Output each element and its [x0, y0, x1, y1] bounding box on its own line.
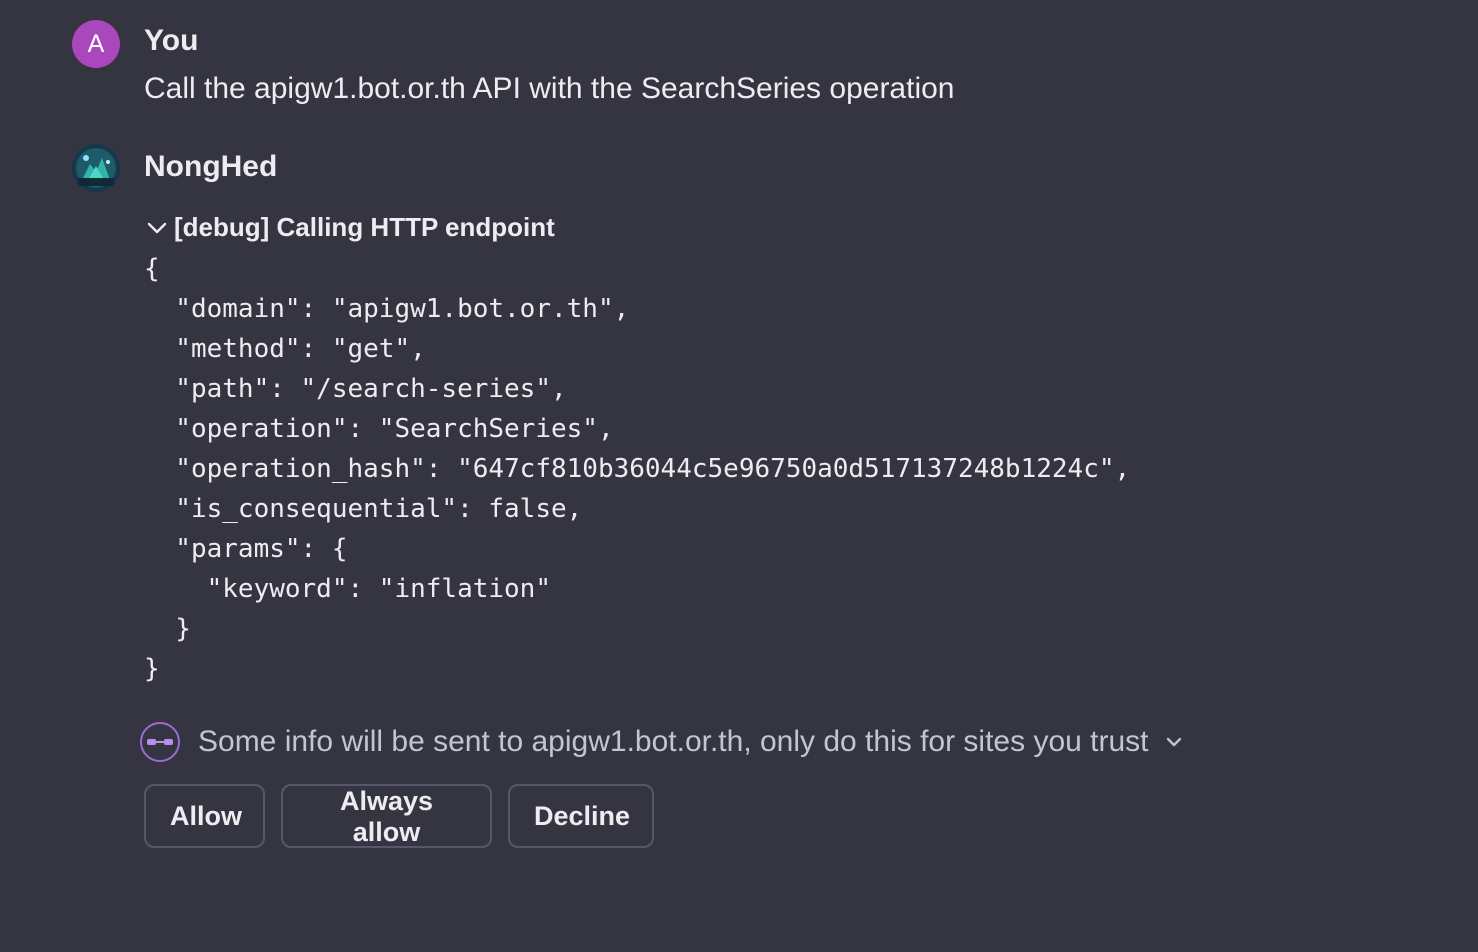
code-line: { [144, 254, 160, 284]
plugin-link-icon [140, 722, 180, 762]
bot-avatar [72, 144, 120, 192]
decline-button[interactable]: Decline [508, 784, 654, 848]
chevron-down-icon[interactable] [1163, 731, 1185, 753]
code-line: "keyword": "inflation" [144, 574, 551, 604]
debug-code-block: { "domain": "apigw1.bot.or.th", "method"… [144, 249, 1130, 689]
code-line: } [144, 654, 160, 684]
user-message-text: Call the apigw1.bot.or.th API with the S… [144, 72, 955, 105]
debug-label: [debug] Calling HTTP endpoint [174, 212, 555, 242]
user-avatar: A [72, 20, 120, 68]
user-author-name: You [144, 24, 199, 57]
allow-button[interactable]: Allow [144, 784, 265, 848]
action-buttons: Allow Always allow Decline [144, 784, 654, 848]
always-allow-button[interactable]: Always allow [281, 784, 492, 848]
trust-notice-text: Some info will be sent to apigw1.bot.or.… [198, 725, 1149, 758]
code-line: "is_consequential": false, [144, 494, 583, 524]
chat-page: A You Call the apigw1.bot.or.th API with… [0, 0, 1478, 952]
user-avatar-letter: A [87, 29, 105, 58]
user-message: A You Call the apigw1.bot.or.th API with… [72, 20, 1172, 120]
bot-author-name: NongHed [144, 150, 278, 183]
trust-notice: Some info will be sent to apigw1.bot.or.… [140, 722, 1185, 762]
code-line: "operation": "SearchSeries", [144, 414, 614, 444]
chevron-down-icon [147, 222, 167, 233]
bot-avatar-image [72, 144, 120, 192]
code-line: } [144, 614, 191, 644]
code-line: "operation_hash": "647cf810b36044c5e9675… [144, 454, 1131, 484]
debug-toggle[interactable]: [debug] Calling HTTP endpoint [144, 212, 555, 243]
code-line: "domain": "apigw1.bot.or.th", [144, 294, 630, 324]
code-line: "method": "get", [144, 334, 426, 364]
code-line: "path": "/search-series", [144, 374, 567, 404]
bot-message: NongHed [debug] Calling HTTP endpoint { … [72, 144, 1372, 864]
code-line: "params": { [144, 534, 348, 564]
